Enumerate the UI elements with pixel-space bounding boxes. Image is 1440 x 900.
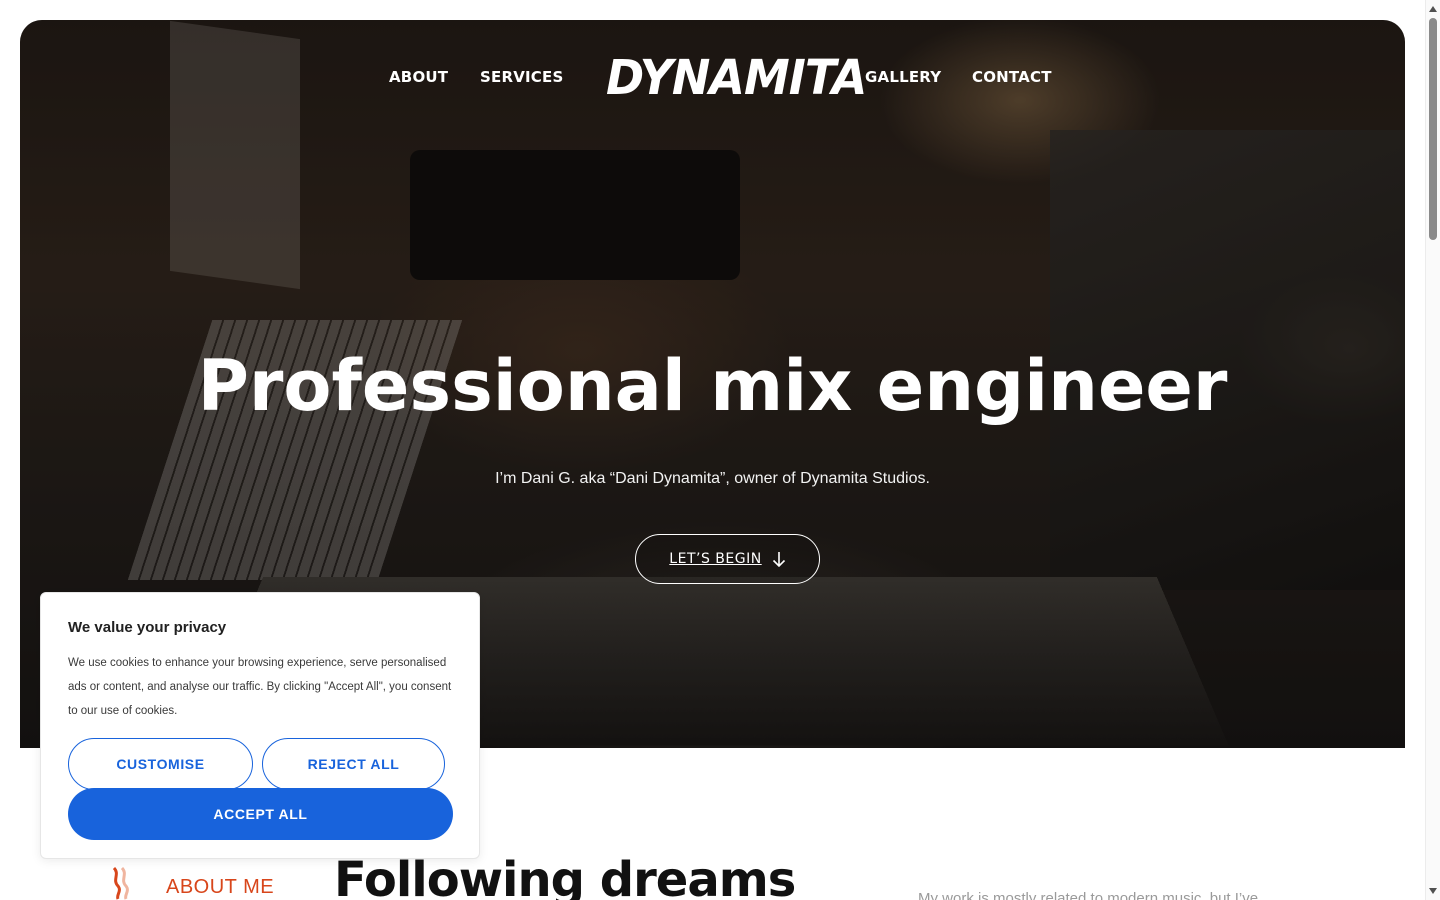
wave-mark-icon (112, 866, 129, 900)
lets-begin-button[interactable]: LET’S BEGIN (635, 534, 820, 584)
nav-about[interactable]: ABOUT (389, 68, 448, 86)
cookie-consent-banner: We value your privacy We use cookies to … (40, 592, 480, 859)
cookie-body: We use cookies to enhance your browsing … (68, 657, 452, 717)
page: ABOUT SERVICES DYNAMITA GALLERY CONTACT … (0, 0, 1440, 900)
about-section-title: Following dreams (334, 852, 796, 900)
scroll-down-icon[interactable] (1429, 888, 1437, 894)
nav-services[interactable]: SERVICES (480, 68, 563, 86)
about-section-label: ABOUT ME (166, 876, 275, 898)
hero-subline: I’m Dani G. aka “Dani Dynamita”, owner o… (495, 470, 930, 487)
reject-all-button[interactable]: REJECT ALL (262, 738, 445, 790)
scrollbar-thumb[interactable] (1429, 18, 1437, 240)
about-section-text: My work is mostly related to modern musi… (918, 890, 1259, 900)
nav-gallery[interactable]: GALLERY (865, 68, 941, 86)
cookie-title: We value your privacy (68, 619, 227, 636)
nav-contact[interactable]: CONTACT (972, 68, 1052, 86)
page-scrollbar[interactable] (1425, 0, 1440, 900)
main-nav: ABOUT SERVICES DYNAMITA GALLERY CONTACT (20, 20, 1405, 140)
hero-headline: Professional mix engineer (197, 345, 1228, 427)
arrow-down-icon (772, 552, 785, 567)
accept-all-button[interactable]: ACCEPT ALL (68, 788, 453, 840)
lets-begin-label: LET’S BEGIN (669, 551, 762, 567)
site-logo[interactable]: DYNAMITA (606, 49, 867, 106)
scroll-up-icon[interactable] (1429, 6, 1437, 12)
customise-button[interactable]: CUSTOMISE (68, 738, 253, 790)
